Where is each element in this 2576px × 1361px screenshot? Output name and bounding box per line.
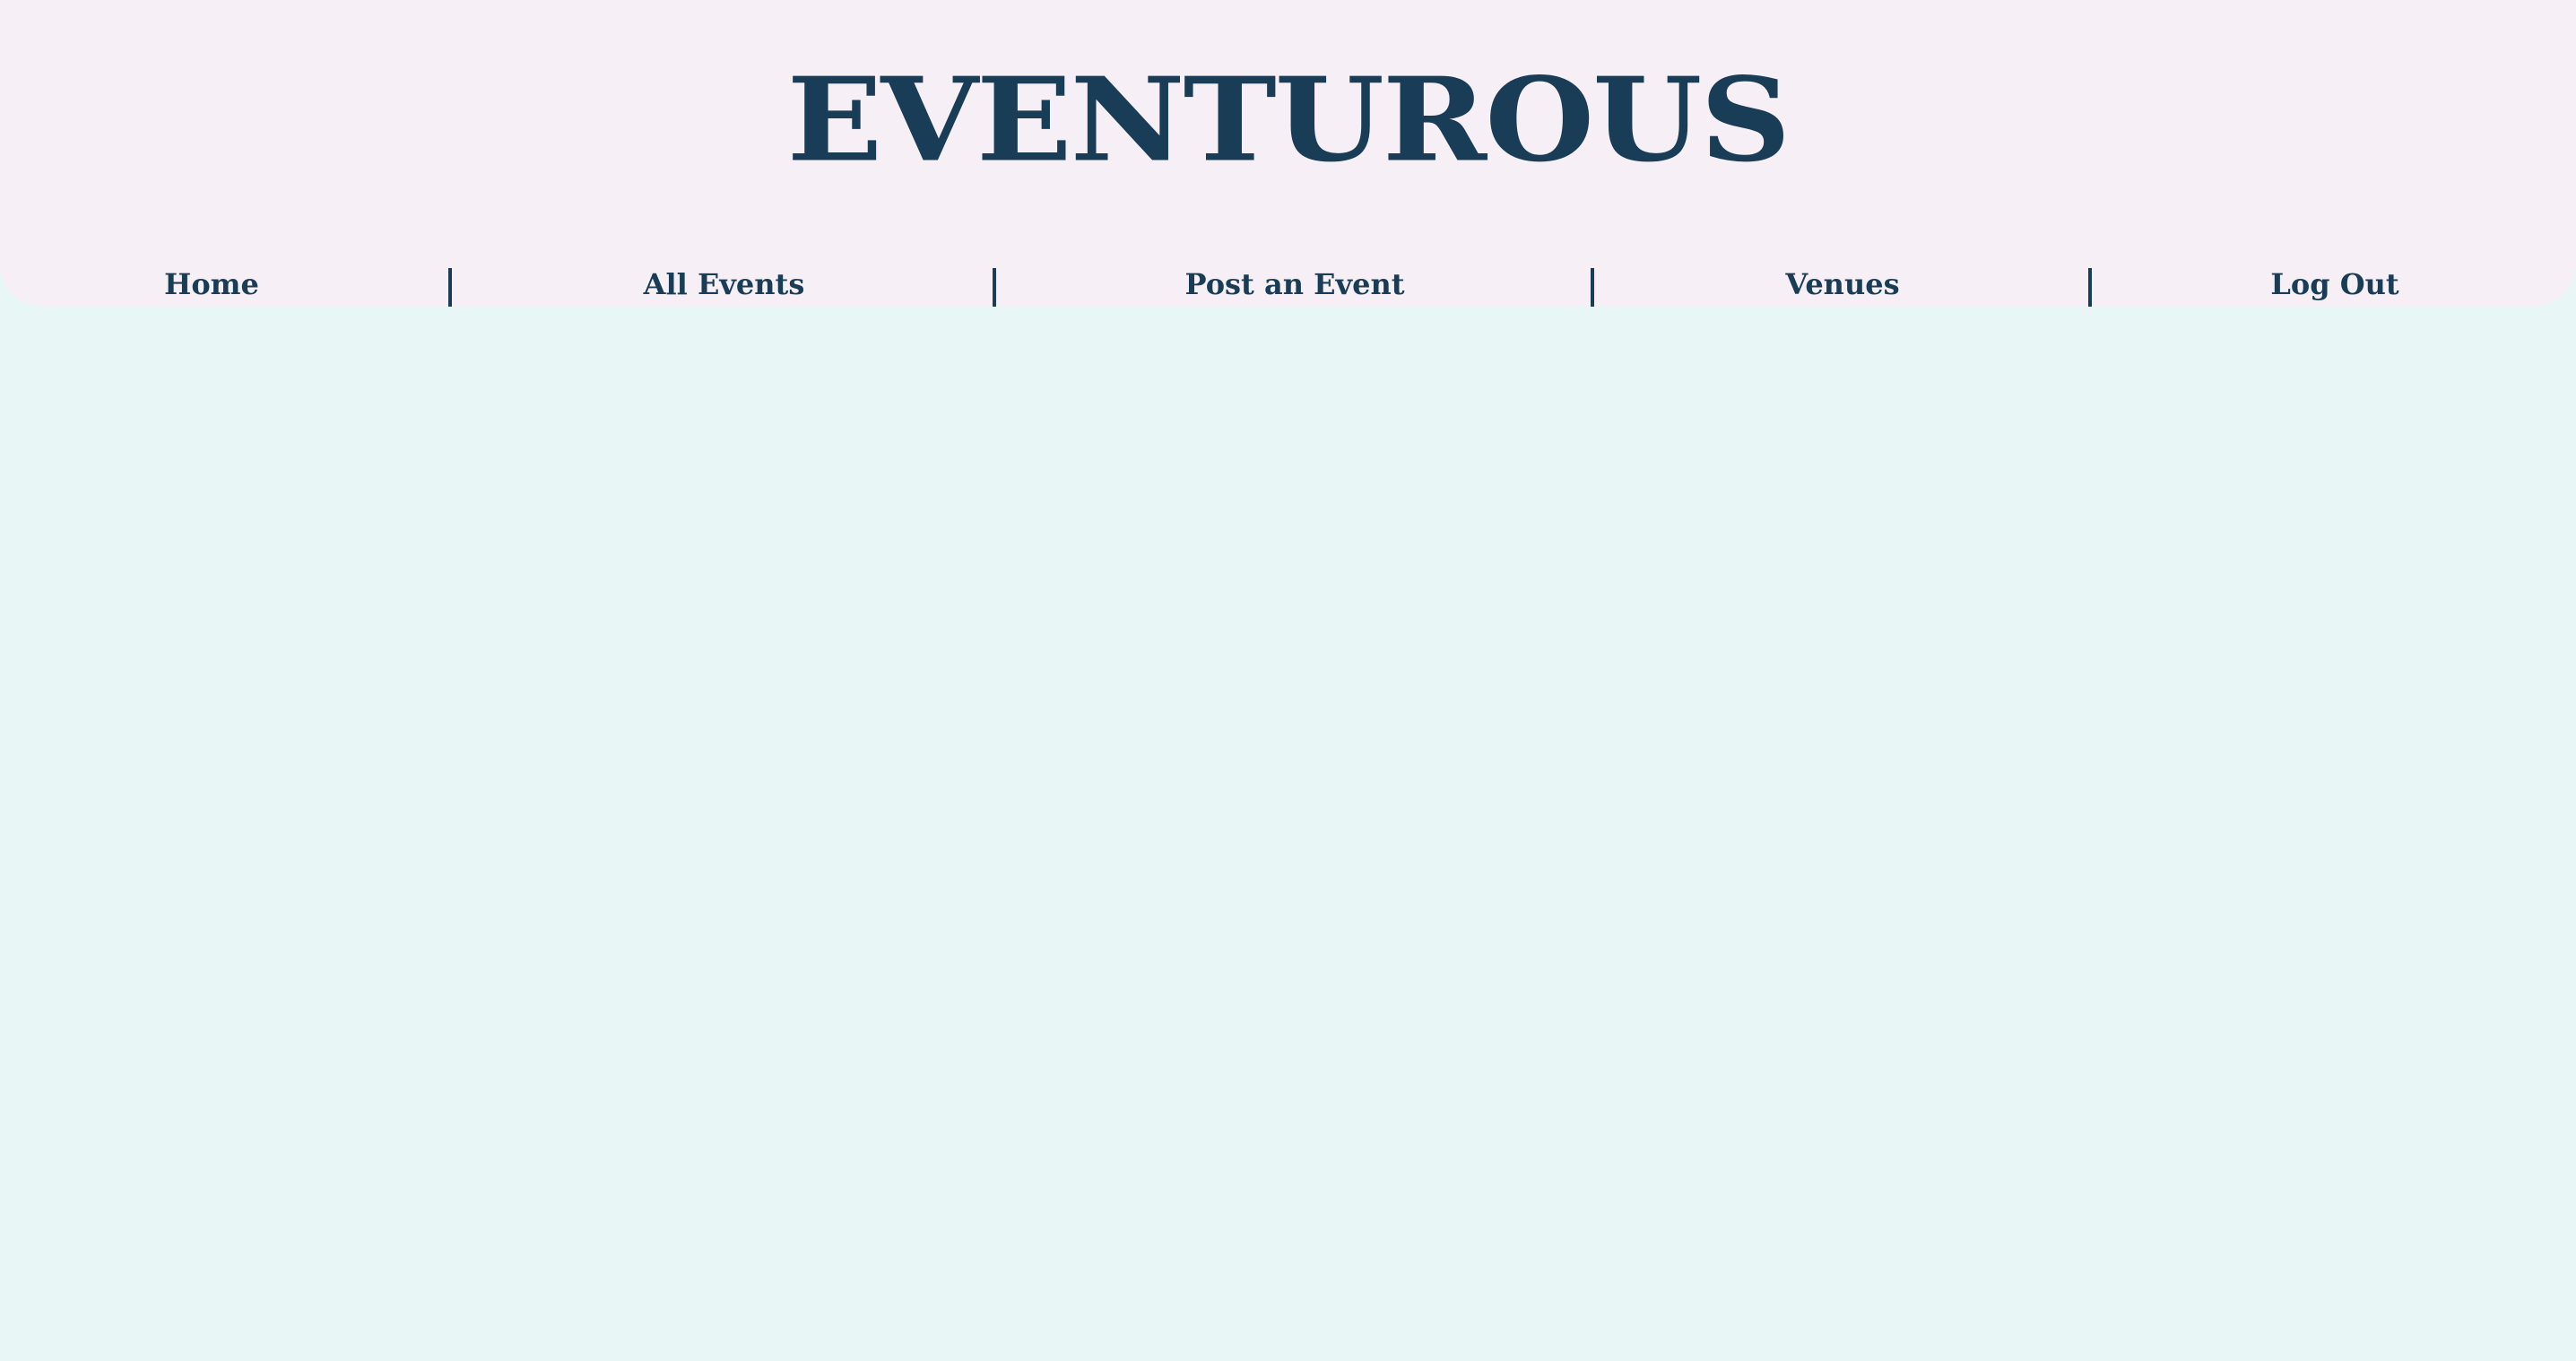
nav-link-all-events[interactable]: All Events <box>453 262 995 307</box>
nav-link-venues[interactable]: Venues <box>1595 262 2090 307</box>
nav-divider <box>1591 268 1594 307</box>
brand-logo[interactable]: EVENTUROUS <box>0 63 2576 178</box>
nav-divider <box>448 268 452 307</box>
site-header: EVENTUROUS Home All Events Post an Event… <box>0 0 2576 307</box>
nav-divider <box>993 268 996 307</box>
nav-link-post-an-event[interactable]: Post an Event <box>997 262 1592 307</box>
nav-divider <box>2088 268 2092 307</box>
main-navigation: Home All Events Post an Event Venues Log… <box>0 262 2576 307</box>
nav-link-home[interactable]: Home <box>0 262 423 307</box>
main-content-area <box>0 307 2576 1361</box>
nav-link-log-out[interactable]: Log Out <box>2094 262 2576 307</box>
